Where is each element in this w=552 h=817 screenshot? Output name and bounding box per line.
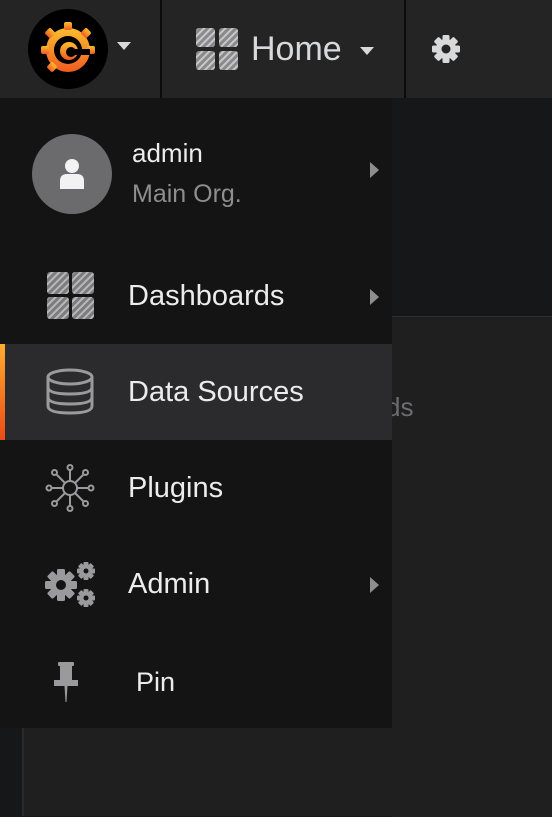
sidemenu-item-label: Plugins bbox=[128, 472, 224, 504]
sidemenu-item-plugins[interactable]: Plugins bbox=[0, 440, 392, 536]
sidemenu-item-label: Dashboards bbox=[128, 280, 285, 312]
sidemenu-item-data-sources[interactable]: Data Sources bbox=[0, 344, 392, 440]
home-title: Home bbox=[251, 30, 342, 68]
dashboard-settings-button[interactable] bbox=[406, 0, 486, 98]
home-dashboard-picker[interactable]: Home bbox=[162, 0, 404, 98]
chevron-right-icon bbox=[370, 162, 379, 178]
user-icon bbox=[60, 159, 84, 189]
grafana-logo-icon bbox=[28, 9, 108, 89]
pin-icon bbox=[54, 662, 78, 702]
user-org: Main Org. bbox=[132, 180, 242, 208]
sidemenu-item-admin[interactable]: Admin bbox=[0, 536, 392, 632]
user-name: admin bbox=[132, 138, 203, 168]
user-profile-item[interactable]: admin Main Org. bbox=[0, 98, 392, 248]
sidemenu-item-label: Pin bbox=[136, 667, 176, 697]
chevron-right-icon bbox=[370, 577, 379, 593]
sidemenu-item-pin[interactable]: Pin bbox=[0, 632, 392, 728]
chevron-right-icon bbox=[370, 289, 379, 305]
avatar bbox=[32, 134, 112, 214]
dashboard-grid-icon bbox=[196, 28, 238, 70]
gear-icon bbox=[432, 35, 460, 63]
sidemenu-item-label: Data Sources bbox=[128, 376, 304, 408]
sidemenu-item-dashboards[interactable]: Dashboards bbox=[0, 248, 392, 344]
side-menu: admin Main Org. Dashboards Data Sources … bbox=[0, 98, 392, 728]
chevron-down-icon bbox=[360, 47, 374, 55]
cogs-icon bbox=[45, 562, 95, 607]
dashboard-grid-icon bbox=[47, 272, 94, 319]
chevron-down-icon bbox=[117, 42, 131, 50]
plugins-icon bbox=[45, 464, 95, 512]
top-navbar: Home bbox=[0, 0, 552, 98]
dashboard-lower-area bbox=[22, 728, 552, 816]
database-icon bbox=[46, 368, 94, 415]
grafana-menu-button[interactable] bbox=[0, 0, 160, 98]
sidemenu-item-label: Admin bbox=[128, 568, 211, 600]
